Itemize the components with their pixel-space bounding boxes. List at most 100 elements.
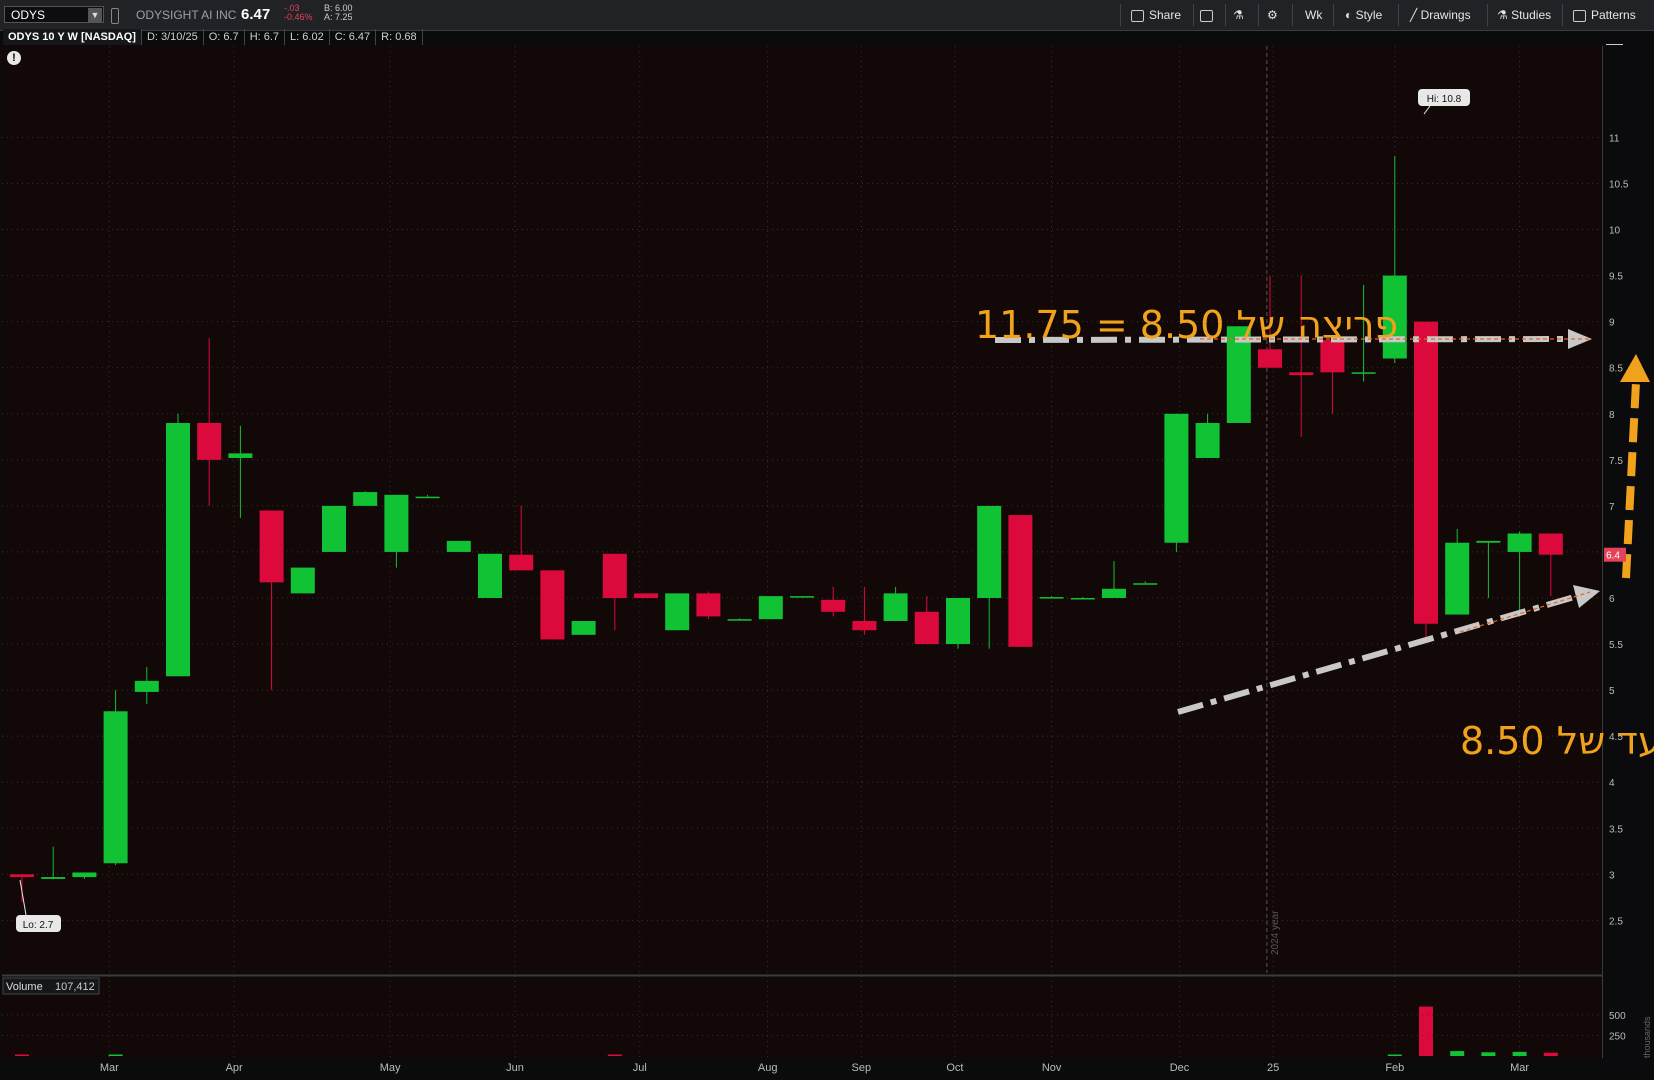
- volume-bar: [15, 1054, 29, 1056]
- price-tick-label: 3: [1609, 870, 1615, 881]
- hi-label: Hi: 10.8: [1427, 94, 1462, 105]
- candle-body: [1445, 542, 1470, 615]
- candle-body: [478, 553, 502, 598]
- volume-label: Volume: [6, 981, 43, 993]
- info-low: L: 6.02: [285, 29, 330, 45]
- time-tick-label: May: [380, 1062, 401, 1074]
- candle-body: [290, 567, 315, 594]
- candle-body: [228, 453, 253, 458]
- candle-body: [1008, 515, 1033, 647]
- chart-info-bar: ODYS 10 Y W [NASDAQ] D: 3/10/25 O: 6.7 H: 6…: [3, 29, 423, 45]
- alert-icon[interactable]: !: [7, 51, 21, 65]
- candle-body: [322, 505, 346, 552]
- info-date: D: 3/10/25: [142, 29, 204, 45]
- price-tick-label: 11: [1609, 133, 1620, 144]
- price-chart[interactable]: 2.533.544.555.5677.588.599.51010.511 Mar…: [0, 0, 1654, 1080]
- candle-body: [1039, 597, 1064, 599]
- candle-body: [634, 593, 658, 598]
- price-tick-label: 5: [1609, 686, 1615, 697]
- time-tick-label: 25: [1267, 1062, 1279, 1074]
- volume-bar: [607, 1054, 622, 1056]
- info-close: C: 6.47: [330, 29, 377, 45]
- volume-bar: [1387, 1054, 1402, 1056]
- candle-body: [1133, 583, 1158, 585]
- volume-bar: [1543, 1052, 1558, 1056]
- candle-body: [758, 596, 783, 620]
- candle-body: [1538, 533, 1563, 555]
- candle-body: [1070, 597, 1095, 600]
- candle-body: [602, 553, 627, 598]
- breakout-annotation: פריצה של 8.50 = 11.75: [975, 303, 1398, 347]
- time-tick-label: Apr: [226, 1062, 243, 1074]
- time-tick-label: Jun: [506, 1062, 524, 1074]
- candle-body: [353, 492, 378, 506]
- price-tick-label: 5.5: [1609, 640, 1623, 651]
- candle-body: [1507, 533, 1532, 552]
- candle-body: [166, 422, 190, 677]
- volume-value: 107,412: [55, 981, 95, 993]
- info-high: H: 6.7: [245, 29, 286, 45]
- candle-body: [977, 505, 1002, 598]
- candle-body: [384, 494, 409, 552]
- price-tick-label: 3.5: [1609, 824, 1623, 835]
- volume-bar: [1419, 1006, 1433, 1056]
- candle-body: [540, 570, 565, 640]
- candle-body: [10, 874, 34, 878]
- price-pane-bg: [2, 46, 1602, 973]
- lo-label: Lo: 2.7: [23, 920, 54, 931]
- price-tick-label: 10.5: [1609, 180, 1629, 191]
- volume-bar: [1512, 1051, 1527, 1056]
- chart-settings-icon[interactable]: [1606, 30, 1623, 45]
- time-tick-label: Mar: [1510, 1062, 1529, 1074]
- volume-unit: thousands: [1642, 1016, 1652, 1058]
- chart-title: ODYS 10 Y W [NASDAQ]: [3, 29, 142, 45]
- candle-body: [1414, 321, 1438, 624]
- candle-body: [1102, 588, 1126, 598]
- candle-body: [509, 554, 534, 571]
- candle-body: [727, 619, 752, 621]
- candle-body: [1351, 372, 1376, 374]
- price-tick-label: 2.5: [1609, 916, 1623, 927]
- price-tick-label: 10: [1609, 226, 1621, 237]
- candle-body: [1164, 413, 1189, 543]
- price-tick-label: 4: [1609, 778, 1615, 789]
- candle-body: [1195, 422, 1220, 458]
- time-tick-label: Oct: [946, 1062, 963, 1074]
- candle-body: [103, 711, 128, 864]
- candle-body: [1258, 349, 1282, 368]
- price-tick-label: 6: [1609, 594, 1615, 605]
- candle-body: [946, 597, 970, 645]
- info-open: O: 6.7: [204, 29, 245, 45]
- candle-body: [883, 593, 908, 622]
- time-tick-label: Aug: [758, 1062, 778, 1074]
- candle-body: [1289, 372, 1314, 376]
- year-label: 2024 year: [1270, 910, 1281, 955]
- time-tick-label: Nov: [1042, 1062, 1062, 1074]
- candle-body: [571, 621, 596, 635]
- candle-body: [41, 877, 66, 879]
- volume-pane-bg: [2, 978, 1602, 1058]
- target-arrowhead: [1620, 354, 1650, 382]
- candle-body: [821, 599, 846, 612]
- candle-body: [72, 872, 97, 878]
- price-tick-label: 8: [1609, 410, 1615, 421]
- price-tick-label: 9.5: [1609, 272, 1623, 283]
- candle-body: [134, 680, 159, 692]
- candle-body: [197, 422, 222, 460]
- price-tick-label: 8.5: [1609, 364, 1623, 375]
- volume-bar: [108, 1054, 123, 1056]
- candle-body: [665, 593, 690, 631]
- info-range: R: 0.68: [376, 29, 423, 45]
- price-tag: 6.4: [1604, 547, 1626, 562]
- candle-body: [914, 611, 939, 645]
- target-arrow-line: [1622, 381, 1640, 579]
- candle-body: [1476, 540, 1501, 543]
- price-tick-label: 7.5: [1609, 456, 1623, 467]
- price-tick-label: 9: [1609, 318, 1615, 329]
- volume-tick-label: 500: [1609, 1011, 1626, 1022]
- volume-tick-label: 250: [1609, 1031, 1626, 1042]
- time-tick-label: Feb: [1385, 1062, 1404, 1074]
- candle-body: [259, 510, 284, 583]
- volume-bar: [1450, 1051, 1465, 1056]
- candle-body: [415, 496, 440, 499]
